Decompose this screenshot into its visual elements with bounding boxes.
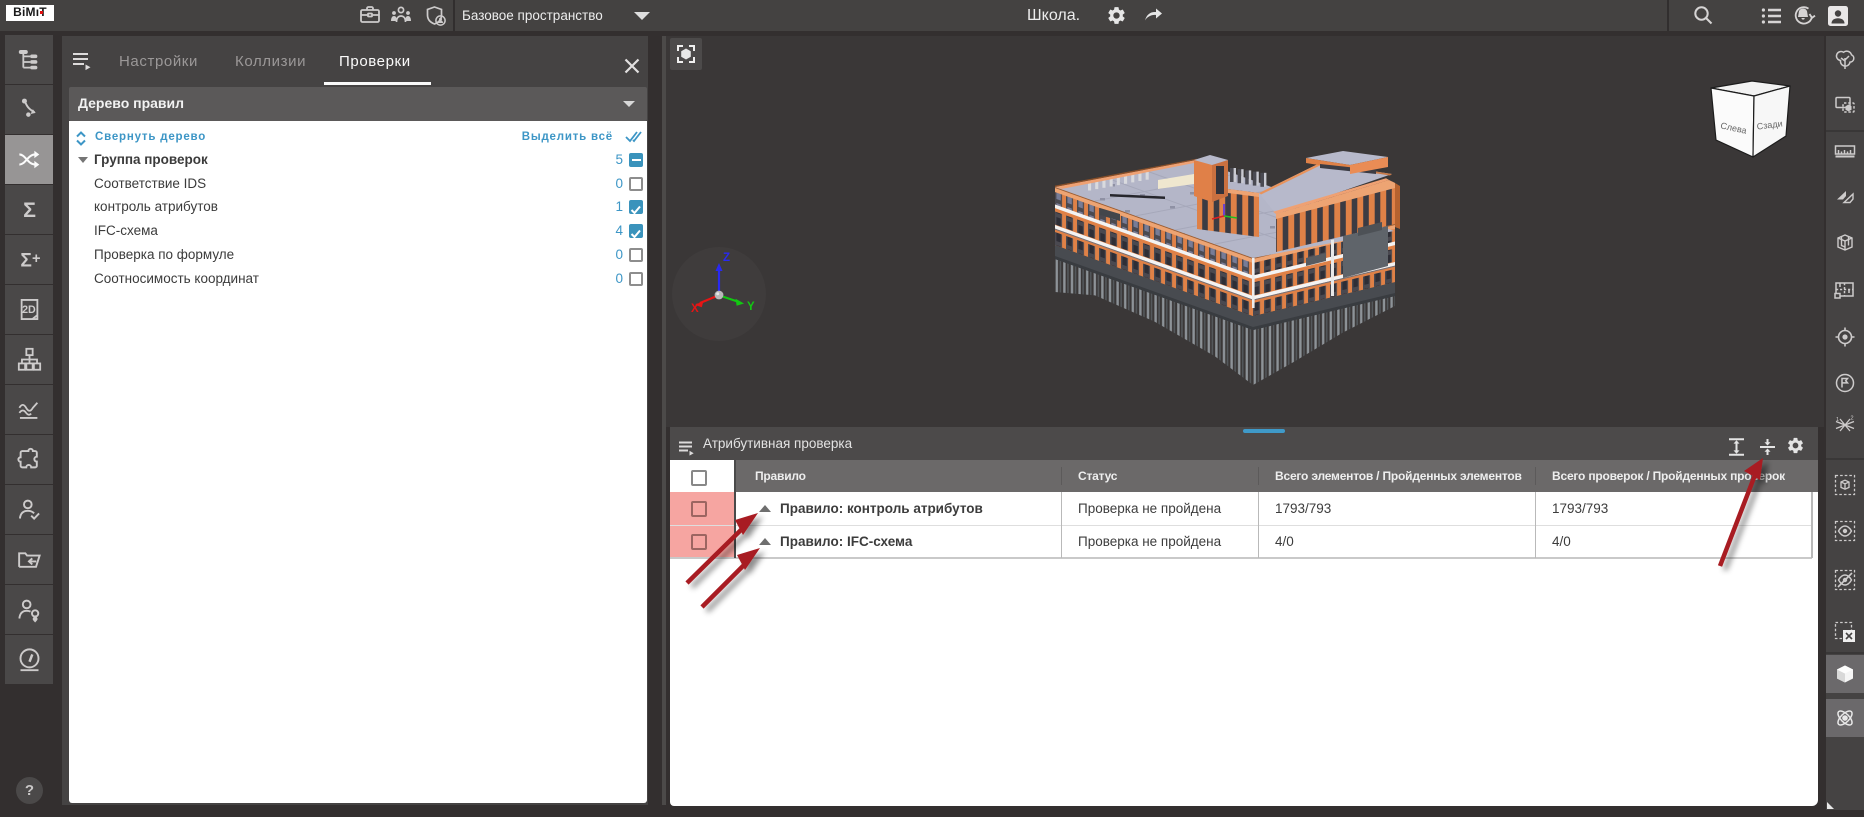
svg-text:1: 1: [1836, 417, 1839, 423]
svg-text:Z: Z: [723, 252, 730, 264]
svg-text:Σ: Σ: [23, 198, 36, 222]
svg-text:2D: 2D: [22, 304, 36, 316]
svg-text:+: +: [31, 251, 40, 267]
svg-text:X: X: [691, 303, 699, 315]
svg-text:Y: Y: [747, 301, 755, 313]
svg-text:Σ: Σ: [20, 250, 31, 271]
svg-text:2: 2: [1851, 416, 1854, 422]
